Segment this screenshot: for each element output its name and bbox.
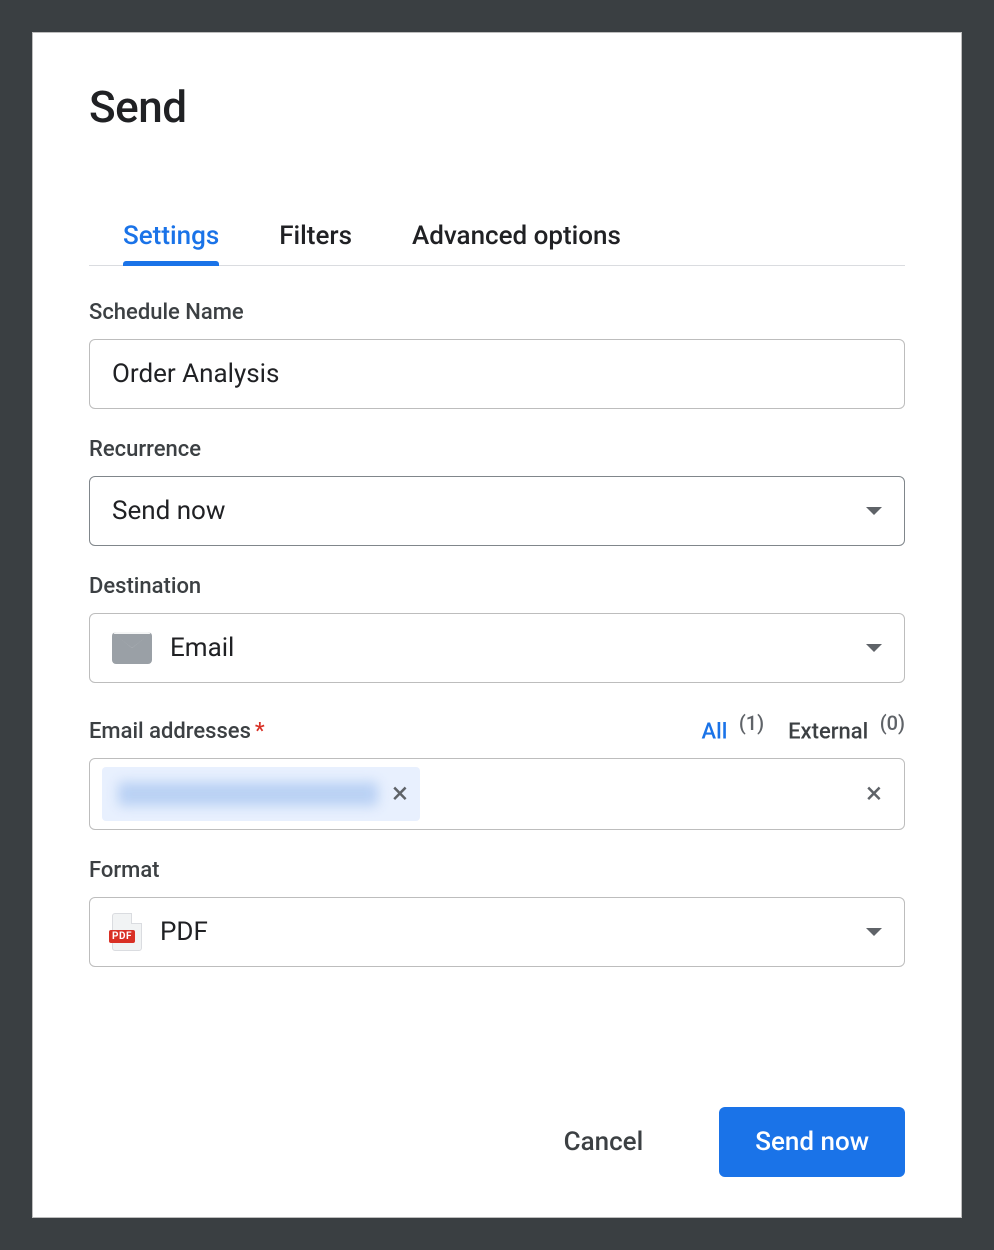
destination-label: Destination	[89, 574, 905, 599]
remove-chip-icon[interactable]: ×	[392, 779, 408, 809]
recurrence-select[interactable]: Send now	[89, 476, 905, 546]
dialog-title: Send	[89, 81, 905, 133]
cancel-button[interactable]: Cancel	[528, 1107, 680, 1177]
settings-panel: Schedule Name Recurrence Send now Destin…	[89, 300, 905, 1067]
email-filter-external[interactable]: External (0)	[788, 711, 905, 744]
format-label: Format	[89, 858, 905, 883]
dialog-footer: Cancel Send now	[89, 1107, 905, 1177]
format-field: Format PDF	[89, 858, 905, 967]
recurrence-label: Recurrence	[89, 437, 905, 462]
email-addresses-input[interactable]: × ×	[89, 758, 905, 830]
clear-all-icon[interactable]: ×	[866, 779, 882, 809]
pdf-icon	[112, 913, 142, 951]
destination-field: Destination Email	[89, 574, 905, 683]
email-addresses-label: Email addresses*	[89, 719, 265, 744]
format-select[interactable]: PDF	[89, 897, 905, 967]
send-dialog: Send Settings Filters Advanced options S…	[32, 32, 962, 1218]
schedule-name-field: Schedule Name	[89, 300, 905, 409]
schedule-name-label: Schedule Name	[89, 300, 905, 325]
email-filter-all[interactable]: All (1)	[702, 711, 765, 744]
send-now-button[interactable]: Send now	[719, 1107, 905, 1177]
email-filter-external-count: (0)	[880, 711, 905, 735]
caret-down-icon	[866, 644, 882, 652]
tab-bar: Settings Filters Advanced options	[89, 213, 905, 266]
recurrence-field: Recurrence Send now	[89, 437, 905, 546]
format-value: PDF	[160, 917, 208, 947]
email-chip-text-redacted	[118, 782, 378, 806]
caret-down-icon	[866, 928, 882, 936]
tab-filters[interactable]: Filters	[279, 213, 352, 265]
email-filter-all-count: (1)	[739, 711, 764, 735]
tab-advanced-options[interactable]: Advanced options	[412, 213, 621, 265]
mail-icon	[112, 632, 152, 664]
destination-value: Email	[170, 633, 234, 663]
email-chip: ×	[102, 767, 420, 821]
destination-select[interactable]: Email	[89, 613, 905, 683]
recurrence-value: Send now	[112, 496, 225, 526]
schedule-name-input[interactable]	[89, 339, 905, 409]
caret-down-icon	[866, 507, 882, 515]
email-addresses-field: Email addresses* All (1) External (0) × …	[89, 711, 905, 830]
tab-settings[interactable]: Settings	[123, 213, 219, 265]
